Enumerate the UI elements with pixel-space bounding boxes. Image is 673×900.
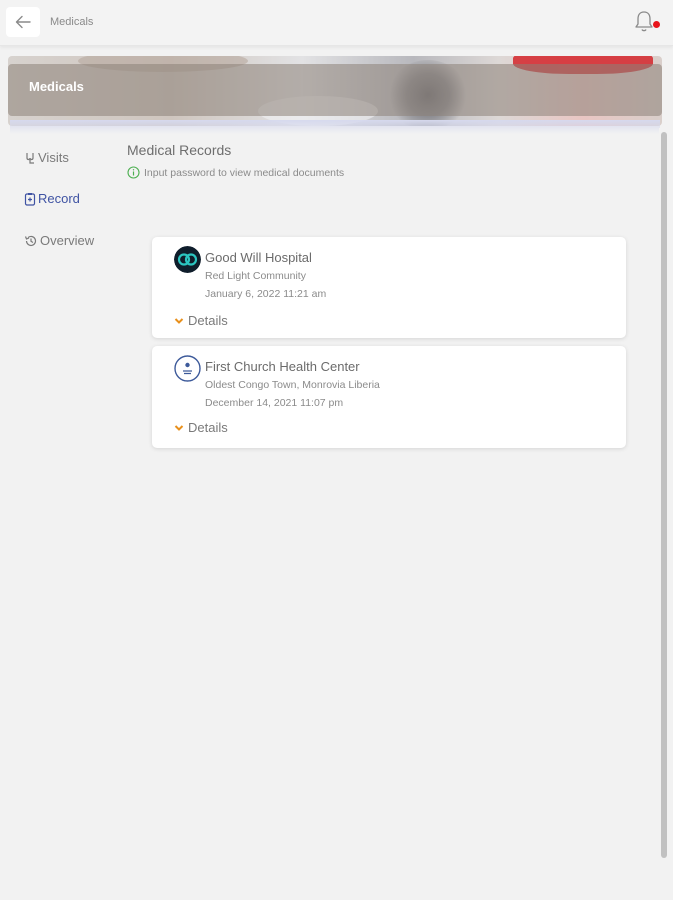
header-banner: Medicals [8, 56, 662, 126]
facility-name: Good Will Hospital [205, 250, 312, 265]
hint-text: Input password to view medical documents [144, 166, 345, 179]
sidebar-item-overview[interactable]: Overview [24, 233, 94, 248]
back-button[interactable] [6, 7, 40, 37]
facility-name: First Church Health Center [205, 359, 360, 374]
record-card[interactable]: Good Will Hospital Red Light Community J… [152, 237, 626, 338]
sidebar-item-label: Visits [38, 150, 69, 165]
history-icon [24, 235, 37, 246]
facility-address: Red Light Community [205, 270, 306, 282]
sidebar-item-label: Overview [40, 233, 95, 248]
details-toggle[interactable]: Details [174, 420, 228, 435]
banner-title: Medicals [29, 79, 84, 94]
record-date: January 6, 2022 11:21 am [205, 288, 327, 300]
record-date: December 14, 2021 11:07 pm [205, 397, 344, 409]
record-card[interactable]: First Church Health Center Oldest Congo … [152, 346, 626, 448]
hospital-logo-icon [174, 246, 201, 273]
visits-icon [26, 152, 34, 164]
password-hint: Input password to view medical documents [127, 166, 344, 179]
sidebar-item-record[interactable]: Record [24, 191, 80, 206]
record-icon [24, 192, 36, 206]
notifications-button[interactable] [633, 10, 663, 36]
details-label: Details [188, 313, 228, 328]
bell-icon [635, 11, 653, 32]
church-clinic-logo-icon [174, 355, 201, 382]
details-toggle[interactable]: Details [174, 313, 228, 328]
scrollbar-thumb[interactable] [661, 132, 667, 858]
details-label: Details [188, 420, 228, 435]
topbar-title: Medicals [50, 16, 94, 28]
chevron-down-icon [174, 317, 184, 324]
notification-dot [653, 21, 660, 28]
arrow-left-icon [15, 15, 31, 29]
sidebar-item-visits[interactable]: Visits [24, 150, 69, 165]
info-circle-icon [127, 166, 140, 179]
chevron-down-icon [174, 424, 184, 431]
sidebar-item-label: Record [38, 191, 80, 206]
top-bar: Medicals [0, 0, 673, 46]
facility-address: Oldest Congo Town, Monrovia Liberia [205, 379, 380, 391]
banner-overlay [8, 64, 662, 116]
page-title: Medical Records [127, 142, 232, 158]
